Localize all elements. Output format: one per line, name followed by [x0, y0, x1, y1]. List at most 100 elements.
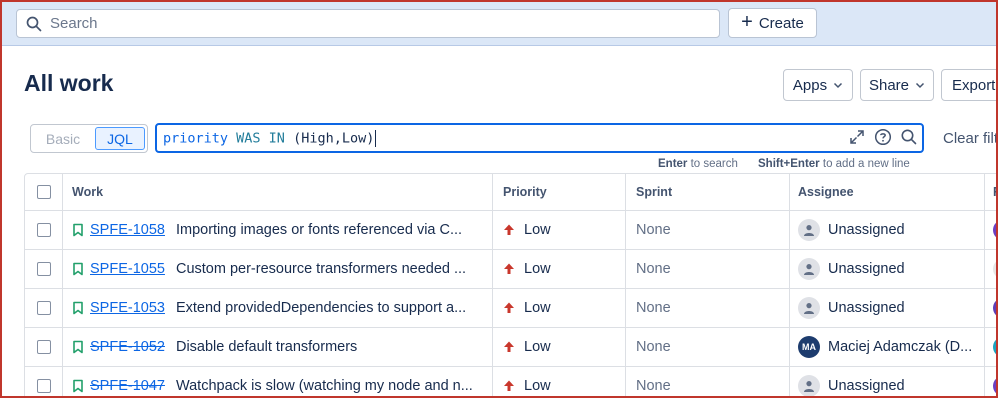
- jql-operator: WAS IN: [236, 130, 285, 146]
- share-label: Share: [868, 76, 910, 94]
- issue-summary[interactable]: Watchpack is slow (watching my node and …: [176, 378, 473, 394]
- jql-query-text: priority WAS IN (High,Low): [163, 129, 377, 147]
- unassigned-avatar-icon: [798, 297, 820, 319]
- column-header-work[interactable]: Work: [62, 174, 493, 210]
- reporter-cell[interactable]: [985, 367, 996, 396]
- priority-cell[interactable]: Low: [493, 250, 626, 288]
- issue-key-link[interactable]: SPFE-1052: [90, 339, 165, 355]
- table-row[interactable]: SPFE-1047 Watchpack is slow (watching my …: [25, 367, 996, 396]
- assignee-name: Unassigned: [828, 378, 905, 394]
- assignee-cell[interactable]: Unassigned: [790, 289, 985, 327]
- story-bookmark-icon: [72, 223, 84, 237]
- apps-button[interactable]: Apps: [783, 69, 853, 101]
- assignee-name: Unassigned: [828, 300, 905, 316]
- assignee-cell[interactable]: Unassigned: [790, 250, 985, 288]
- table-row[interactable]: SPFE-1058 Importing images or fonts refer…: [25, 211, 996, 250]
- basic-mode-button[interactable]: Basic: [33, 127, 93, 150]
- assignee-cell[interactable]: Unassigned: [790, 367, 985, 396]
- create-label: Create: [758, 14, 804, 32]
- sprint-cell[interactable]: None: [626, 328, 790, 366]
- search-icon: [26, 16, 42, 32]
- help-icon[interactable]: [874, 128, 892, 146]
- issue-key-link[interactable]: SPFE-1058: [90, 222, 165, 238]
- issue-key-link[interactable]: SPFE-1055: [90, 261, 165, 277]
- row-select-cell: [25, 328, 62, 366]
- clear-filters-button[interactable]: Clear filters: [943, 130, 996, 147]
- create-button[interactable]: + Create: [728, 8, 817, 38]
- avatar: MA: [798, 336, 820, 358]
- search-placeholder: Search: [50, 15, 98, 32]
- select-all-checkbox[interactable]: [36, 185, 51, 199]
- global-search-input[interactable]: Search: [16, 9, 720, 38]
- row-select-cell: [25, 211, 62, 249]
- work-cell: SPFE-1052 Disable default transformers: [62, 328, 493, 366]
- sprint-cell[interactable]: None: [626, 289, 790, 327]
- issue-key-link[interactable]: SPFE-1047: [90, 378, 165, 394]
- row-checkbox[interactable]: [36, 379, 51, 393]
- priority-label: Low: [524, 222, 551, 238]
- jql-field: priority: [163, 130, 229, 146]
- row-checkbox[interactable]: [36, 340, 51, 354]
- sprint-value: None: [636, 378, 671, 394]
- assignee-cell[interactable]: MA Maciej Adamczak (D...: [790, 328, 985, 366]
- screenshot-frame: Search + Create All work Apps Share Expo…: [0, 0, 998, 398]
- priority-label: Low: [524, 339, 551, 355]
- chevron-down-icon: [833, 77, 843, 94]
- export-label: Export: [952, 76, 996, 94]
- search-mode-toggle: Basic JQL: [30, 124, 148, 153]
- jql-mode-button[interactable]: JQL: [95, 127, 145, 150]
- sprint-value: None: [636, 222, 671, 238]
- share-button[interactable]: Share: [860, 69, 934, 101]
- row-select-cell: [25, 250, 62, 288]
- reporter-cell[interactable]: [985, 250, 996, 288]
- search-icon[interactable]: [900, 128, 918, 146]
- priority-cell[interactable]: Low: [493, 211, 626, 249]
- issue-summary[interactable]: Custom per-resource transformers needed …: [176, 261, 466, 277]
- issue-key-link[interactable]: SPFE-1053: [90, 300, 165, 316]
- story-bookmark-icon: [72, 340, 84, 354]
- row-checkbox[interactable]: [36, 262, 51, 276]
- export-button[interactable]: Export: [941, 69, 996, 101]
- priority-arrow-up-icon: [503, 223, 515, 237]
- assignee-cell[interactable]: Unassigned: [790, 211, 985, 249]
- issue-summary[interactable]: Disable default transformers: [176, 339, 357, 355]
- priority-cell[interactable]: Low: [493, 367, 626, 396]
- sprint-value: None: [636, 300, 671, 316]
- sprint-value: None: [636, 261, 671, 277]
- enter-hint-text: to search: [690, 158, 738, 170]
- work-cell: SPFE-1047 Watchpack is slow (watching my …: [62, 367, 493, 396]
- table-row[interactable]: SPFE-1055 Custom per-resource transformer…: [25, 250, 996, 289]
- shift-enter-hint: Shift+Enter to add a new line: [758, 158, 910, 170]
- select-all-cell: [25, 174, 62, 210]
- expand-icon[interactable]: [848, 128, 866, 146]
- sprint-cell[interactable]: None: [626, 250, 790, 288]
- reporter-cell[interactable]: [985, 328, 996, 366]
- row-checkbox[interactable]: [36, 223, 51, 237]
- reporter-cell[interactable]: [985, 211, 996, 249]
- column-header-sprint[interactable]: Sprint: [626, 174, 790, 210]
- row-select-cell: [25, 289, 62, 327]
- reporter-cell[interactable]: [985, 289, 996, 327]
- reporter-avatar: [993, 337, 996, 357]
- column-header-assignee[interactable]: Assignee: [790, 174, 985, 210]
- text-caret: [375, 129, 377, 147]
- column-header-priority[interactable]: Priority: [493, 174, 626, 210]
- sprint-cell[interactable]: None: [626, 211, 790, 249]
- column-header-reporter[interactable]: R: [985, 174, 996, 210]
- story-bookmark-icon: [72, 262, 84, 276]
- issue-summary[interactable]: Extend providedDependencies to support a…: [176, 300, 466, 316]
- sprint-value: None: [636, 339, 671, 355]
- priority-cell[interactable]: Low: [493, 289, 626, 327]
- issue-summary[interactable]: Importing images or fonts referenced via…: [176, 222, 462, 238]
- sprint-cell[interactable]: None: [626, 367, 790, 396]
- priority-cell[interactable]: Low: [493, 328, 626, 366]
- jql-query-input[interactable]: priority WAS IN (High,Low): [155, 123, 924, 153]
- assignee-name: Maciej Adamczak (D...: [828, 339, 973, 355]
- assignee-name: Unassigned: [828, 222, 905, 238]
- work-items-table: Work Priority Sprint Assignee R SPFE-105…: [24, 173, 996, 396]
- priority-label: Low: [524, 300, 551, 316]
- table-row[interactable]: SPFE-1053 Extend providedDependencies to …: [25, 289, 996, 328]
- table-row[interactable]: SPFE-1052 Disable default transformers Low…: [25, 328, 996, 367]
- top-navigation-bar: Search + Create: [2, 2, 996, 46]
- row-checkbox[interactable]: [36, 301, 51, 315]
